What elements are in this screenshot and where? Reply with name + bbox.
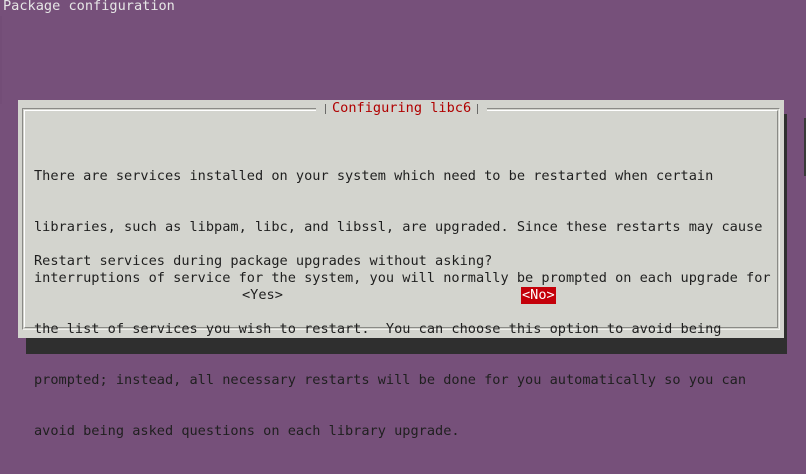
message-line: There are services installed on your sys… — [34, 168, 714, 184]
dialog-message: There are services installed on your sys… — [34, 134, 774, 474]
background-line — [0, 16, 2, 104]
message-line: avoid being asked questions on each libr… — [34, 423, 460, 439]
screen-title: Package configuration — [3, 0, 175, 14]
message-line: the list of services you wish to restart… — [34, 321, 722, 337]
message-line: interruptions of service for the system,… — [34, 270, 771, 286]
title-right-tick — [477, 103, 479, 114]
configuration-dialog: Configuring libc6 There are services ins… — [18, 100, 784, 439]
dialog-title: Configuring libc6 — [332, 100, 472, 116]
dialog-title-wrap: Configuring libc6 — [316, 100, 488, 117]
message-line: prompted; instead, all necessary restart… — [34, 372, 747, 388]
no-button[interactable]: <No> — [521, 287, 556, 304]
message-line: libraries, such as libpam, libc, and lib… — [34, 219, 763, 235]
yes-button[interactable]: <Yes> — [241, 287, 284, 304]
title-left-tick — [325, 103, 326, 114]
dialog-question: Restart services during package upgrades… — [34, 253, 493, 269]
